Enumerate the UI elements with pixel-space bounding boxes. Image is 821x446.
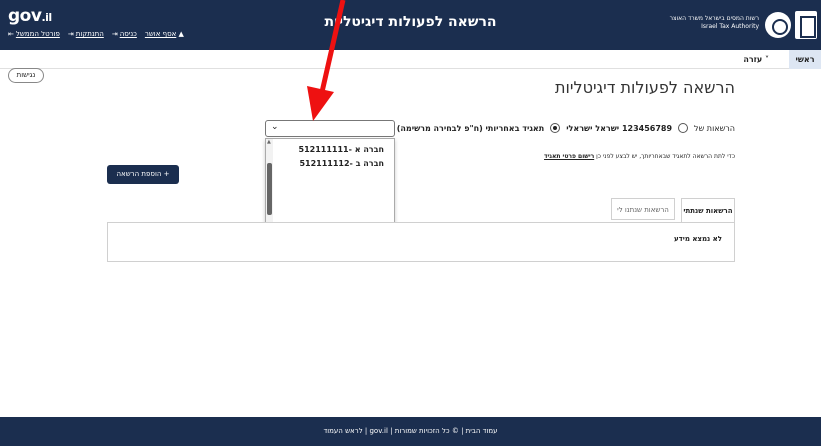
nav-home[interactable]: ראשי bbox=[789, 50, 821, 69]
tab-received[interactable]: הרשאות שנתנו לי bbox=[611, 198, 675, 220]
person-id-label: 123456789 ישראל ישראלי bbox=[566, 123, 673, 133]
login-icon: ⇥ bbox=[111, 30, 118, 38]
authority-name: רשות המסים בישראל משרד האוצר Israel Tax … bbox=[670, 15, 759, 31]
login-link[interactable]: כניסה bbox=[120, 30, 137, 38]
gov-portal-icon: ⇤ bbox=[8, 30, 14, 38]
chevron-down-icon[interactable]: ⌄ bbox=[271, 122, 279, 132]
scroll-up-icon[interactable]: ▲ bbox=[267, 139, 271, 145]
agent-radio[interactable] bbox=[550, 123, 561, 133]
nav-bar: ראשי עזרה ˅ bbox=[0, 50, 821, 69]
tax-authority-logo[interactable] bbox=[765, 12, 791, 38]
state-emblem-logo bbox=[795, 11, 817, 39]
dropdown-scrollbar[interactable]: ▲ ▼ bbox=[266, 139, 273, 235]
gov-portal-link[interactable]: פורטל הממשל bbox=[16, 30, 60, 38]
company-option[interactable]: 512111112- חברה ב bbox=[299, 159, 384, 168]
authority-name-en: Israel Tax Authority bbox=[701, 23, 759, 30]
company-select[interactable]: ⌄ bbox=[265, 120, 395, 137]
user-icon: ▲ bbox=[176, 30, 184, 38]
logout-icon: ⇥ bbox=[67, 30, 74, 38]
permissions-owner-row: הרשאות של 123456789 ישראל ישראלי תאגיד ב… bbox=[397, 123, 735, 133]
company-option[interactable]: 512111111- חברה א bbox=[299, 145, 385, 154]
user-name-link[interactable]: אסף אושר bbox=[145, 30, 176, 38]
person-radio[interactable] bbox=[678, 123, 689, 133]
permissions-of-label: הרשאות של bbox=[694, 123, 735, 133]
page-title: הרשאה לפעולות דיגיטליות bbox=[555, 78, 735, 97]
accessibility-button[interactable]: נגישות bbox=[8, 68, 44, 83]
results-panel: לא נמצא מידע bbox=[107, 222, 735, 262]
agent-note-text: כדי לתת הרשאה לתאגיד שבאחריותך, יש לבצע … bbox=[596, 153, 735, 160]
no-results-message: לא נמצא מידע bbox=[673, 235, 722, 243]
register-company-link[interactable]: רישום פרטי תאגיד bbox=[544, 153, 594, 160]
nav-help[interactable]: עזרה ˅ bbox=[743, 50, 769, 69]
footer[interactable]: עמוד הבית | © כל הזכויות שמורות | gov.il… bbox=[0, 417, 821, 446]
scrollbar-thumb[interactable] bbox=[267, 163, 272, 215]
authority-name-he: רשות המסים בישראל משרד האוצר bbox=[669, 15, 759, 22]
arrow-head bbox=[307, 86, 334, 121]
tab-given[interactable]: הרשאות שנתתי bbox=[681, 198, 735, 222]
agent-note: כדי לתת הרשאה לתאגיד שבאחריותך, יש לבצע … bbox=[544, 153, 735, 160]
user-links: ⇤ פורטל הממשל ⇥ התנתקות ⇥ כניסה אסף אושר ▲ bbox=[8, 30, 186, 38]
add-permission-button[interactable]: הוספת הרשאה + bbox=[107, 165, 179, 184]
top-header: gov.il ⇤ פורטל הממשל ⇥ התנתקות ⇥ כניסה אסף … bbox=[0, 0, 821, 50]
logout-link[interactable]: התנתקות bbox=[76, 30, 104, 38]
agent-option-label: תאגיד באחריותי (ח"פ לבחירה מרשימה) bbox=[396, 123, 545, 133]
